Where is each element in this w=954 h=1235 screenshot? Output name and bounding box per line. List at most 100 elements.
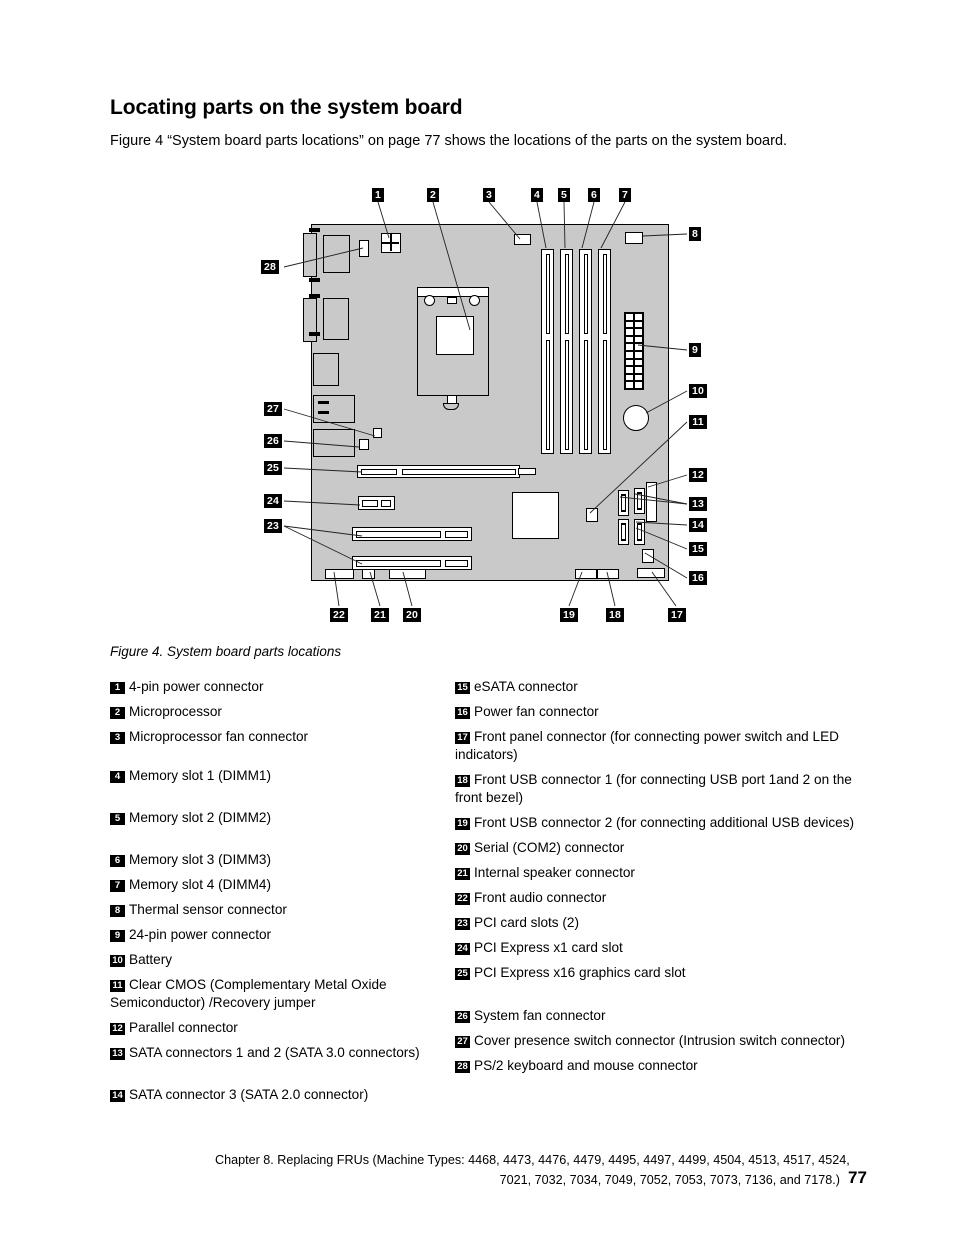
legend-text-16: Power fan connector — [474, 704, 599, 719]
front-usb-connector-2 — [575, 569, 597, 579]
pcie-x1-seg-b — [381, 499, 391, 507]
legend-text-5: Memory slot 2 (DIMM2) — [129, 810, 271, 825]
legend-item-19: 19 Front USB connector 2 (for connecting … — [455, 814, 855, 832]
legend-text-13: SATA connectors 1 and 2 (SATA 3.0 connec… — [129, 1045, 420, 1060]
legend-text-11: Clear CMOS (Complementary Metal Oxide Se… — [110, 977, 387, 1010]
legend-text-9: 24-pin power connector — [129, 927, 272, 942]
memory-slot-dimm1 — [541, 249, 554, 454]
figure-caption: Figure 4. System board parts locations — [110, 644, 342, 659]
thermal-sensor-connector — [625, 232, 643, 244]
legend-num-26: 26 — [455, 1011, 470, 1023]
legend-num-8: 8 — [110, 905, 125, 917]
legend-num-28: 28 — [455, 1061, 470, 1073]
microprocessor-die — [436, 316, 474, 355]
legend-num-14: 14 — [110, 1090, 125, 1102]
io-body-2 — [323, 298, 349, 340]
legend-item-3: 3 Microprocessor fan connector — [110, 728, 460, 746]
legend-text-3: Microprocessor fan connector — [129, 729, 309, 744]
memory-slot-dimm4 — [598, 249, 611, 454]
callout-6: 6 — [588, 188, 600, 202]
cpu-socket-foot — [443, 403, 459, 410]
front-panel-connector — [637, 568, 665, 578]
pcie-x1-seg-a — [362, 499, 378, 507]
pci-slot-1-seg-a — [356, 530, 441, 538]
legend-text-21: Internal speaker connector — [474, 865, 635, 880]
legend-item-2: 2 Microprocessor — [110, 703, 460, 721]
legend-item-18: 18 Front USB connector 1 (for connecting … — [455, 771, 855, 807]
pci-express-x16-slot — [357, 465, 520, 478]
legend-num-27: 27 — [455, 1036, 470, 1048]
legend-num-9: 9 — [110, 930, 125, 942]
legend-item-28: 28 PS/2 keyboard and mouse connector — [455, 1057, 855, 1075]
legend-num-2: 2 — [110, 707, 125, 719]
legend-text-18: Front USB connector 1 (for connecting US… — [455, 772, 852, 805]
callout-23: 23 — [264, 519, 282, 533]
legend-num-15: 15 — [455, 682, 470, 694]
pci-slot-1-seg-b — [445, 530, 468, 538]
legend-text-17: Front panel connector (for connecting po… — [455, 729, 839, 762]
callout-14: 14 — [689, 518, 707, 532]
four-pin-divider-h — [382, 242, 399, 244]
audio-jack-2 — [318, 411, 329, 414]
callout-3: 3 — [483, 188, 495, 202]
sata-connector-3 — [618, 519, 629, 545]
legend-text-10: Battery — [129, 952, 173, 967]
legend-item-22: 22 Front audio connector — [455, 889, 855, 907]
legend-item-5: 5 Memory slot 2 (DIMM2) — [110, 809, 460, 827]
legend-num-6: 6 — [110, 855, 125, 867]
legend-text-2: Microprocessor — [129, 704, 222, 719]
legend-num-25: 25 — [455, 968, 470, 980]
legend-num-13: 13 — [110, 1048, 125, 1060]
front-audio-connector — [325, 569, 354, 579]
pcie-x16-seg-b — [402, 468, 516, 475]
pci-express-x16-retention-tab — [518, 468, 536, 475]
ps2-tab-bottom — [309, 278, 320, 282]
legend-item-26: 26 System fan connector — [455, 1007, 855, 1025]
legend-item-16: 16 Power fan connector — [455, 703, 855, 721]
legend-num-7: 7 — [110, 880, 125, 892]
ps2-tab-top — [309, 228, 320, 232]
callout-24: 24 — [264, 494, 282, 508]
chipset-ic — [512, 492, 559, 539]
callout-20: 20 — [403, 608, 421, 622]
audio-jack-1 — [318, 401, 329, 404]
cpu-socket-screw-right — [469, 295, 480, 306]
pci-card-slot-1 — [352, 527, 472, 541]
pci-card-slot-2 — [352, 556, 472, 570]
legend-text-6: Memory slot 3 (DIMM3) — [129, 852, 271, 867]
legend-item-17: 17 Front panel connector (for connecting … — [455, 728, 855, 764]
legend-num-1: 1 — [110, 682, 125, 694]
legend-num-4: 4 — [110, 771, 125, 783]
legend-item-1: 1 4-pin power connector — [110, 678, 460, 696]
internal-speaker-connector — [362, 569, 375, 579]
legend-item-9: 9 24-pin power connector — [110, 926, 460, 944]
rear-lan-block — [313, 429, 355, 457]
ps2-body — [323, 235, 350, 273]
microprocessor-fan-connector — [514, 234, 531, 245]
legend-num-20: 20 — [455, 843, 470, 855]
legend-num-18: 18 — [455, 775, 470, 787]
callout-28: 28 — [261, 260, 279, 274]
callout-10: 10 — [689, 384, 707, 398]
callout-16: 16 — [689, 571, 707, 585]
legend-text-23: PCI card slots (2) — [474, 915, 579, 930]
legend-text-4: Memory slot 1 (DIMM1) — [129, 768, 271, 783]
cpu-socket-latch — [447, 297, 457, 304]
legend-text-1: 4-pin power connector — [129, 679, 264, 694]
footer-line-2: 7021, 7032, 7034, 7049, 7052, 7053, 7073… — [499, 1173, 840, 1187]
parallel-connector — [646, 482, 657, 522]
legend-text-22: Front audio connector — [474, 890, 607, 905]
callout-7: 7 — [619, 188, 631, 202]
system-board-outline — [303, 224, 669, 581]
legend-num-21: 21 — [455, 868, 470, 880]
callout-22: 22 — [330, 608, 348, 622]
legend-text-12: Parallel connector — [129, 1020, 238, 1035]
legend-item-11: 11 Clear CMOS (Complementary Metal Oxide … — [110, 976, 460, 1012]
legend-text-24: PCI Express x1 card slot — [474, 940, 623, 955]
legend-text-28: PS/2 keyboard and mouse connector — [474, 1058, 698, 1073]
callout-21: 21 — [371, 608, 389, 622]
callout-11: 11 — [689, 415, 707, 429]
legend-item-21: 21 Internal speaker connector — [455, 864, 855, 882]
callout-9: 9 — [689, 343, 701, 357]
callout-25: 25 — [264, 461, 282, 475]
